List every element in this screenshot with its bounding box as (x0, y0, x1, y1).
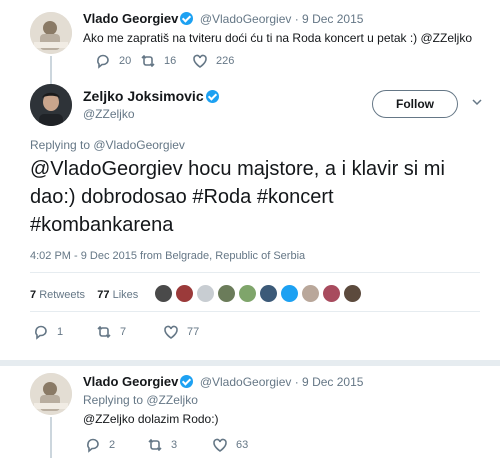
main-replying-to[interactable]: Replying to @VladoGeorgiev (30, 138, 185, 152)
liker-avatar[interactable] (176, 285, 193, 302)
tweet1-header: Vlado Georgiev @VladoGeorgiev · 9 Dec 20… (83, 10, 363, 28)
tweet3-like-button[interactable]: 63 (212, 437, 248, 453)
main-author-handle[interactable]: @ZZeljko (83, 107, 135, 121)
tweet1-reply-count: 20 (119, 55, 132, 67)
retweet-icon (140, 53, 156, 69)
main-like-count: 77 (187, 326, 200, 338)
tweet1-text: Ako me zapratiš na tviteru doći ću ti na… (83, 31, 473, 45)
tweet1-like-count: 226 (216, 55, 235, 67)
main-author: Zeljko Joksimovic (83, 88, 221, 106)
tweet3-replying-to[interactable]: Replying to @ZZeljko (83, 393, 198, 407)
heart-icon (163, 324, 179, 340)
liker-avatar[interactable] (197, 285, 214, 302)
verified-icon (180, 12, 194, 25)
tweet3-text: @ZZeljko dolazim Rodo:) (83, 412, 219, 426)
verified-icon (180, 375, 194, 388)
tweet1-retweet-count: 16 (164, 55, 177, 67)
chevron-down-icon[interactable] (472, 97, 482, 107)
tweet1-handle-time[interactable]: @VladoGeorgiev · 9 Dec 2015 (200, 12, 364, 26)
likes-stat[interactable]: 77 Likes (97, 289, 138, 301)
divider (0, 360, 500, 366)
reply-icon (85, 437, 101, 453)
tweet1-author-name[interactable]: Vlado Georgiev (83, 11, 178, 26)
tweet3-handle-time[interactable]: @VladoGeorgiev · 9 Dec 2015 (200, 375, 364, 389)
main-retweet-count: 7 (120, 326, 127, 338)
liker-avatar[interactable] (281, 285, 298, 302)
main-retweet-button[interactable]: 7 (96, 324, 126, 340)
liker-avatars (155, 285, 361, 302)
liker-avatar[interactable] (239, 285, 256, 302)
main-author-name[interactable]: Zeljko Joksimovic (83, 88, 204, 104)
reply-icon (95, 53, 111, 69)
liker-avatar[interactable] (218, 285, 235, 302)
tweet3-author-name[interactable]: Vlado Georgiev (83, 374, 178, 389)
reply-icon (33, 324, 49, 340)
main-reply-count: 1 (57, 326, 64, 338)
liker-avatar[interactable] (260, 285, 277, 302)
tweet3-header: Vlado Georgiev @VladoGeorgiev · 9 Dec 20… (83, 373, 363, 391)
tweet1-retweet-button[interactable]: 16 (140, 53, 176, 69)
liker-avatar[interactable] (155, 285, 172, 302)
retweets-stat[interactable]: 7 Retweets (30, 289, 85, 301)
retweet-icon (147, 437, 163, 453)
heart-icon (192, 53, 208, 69)
tweet3-retweet-button[interactable]: 3 (147, 437, 177, 453)
divider (30, 272, 480, 273)
tweet3-reply-count: 2 (109, 439, 116, 451)
main-tweet-text: @VladoGeorgiev hocu majstore, a i klavir… (30, 158, 445, 236)
tweet3-like-count: 63 (236, 439, 249, 451)
thread-line (50, 417, 52, 458)
verified-icon (205, 90, 219, 103)
tweet1-like-button[interactable]: 226 (192, 53, 234, 69)
liker-avatar[interactable] (344, 285, 361, 302)
avatar-vlado[interactable] (30, 373, 72, 415)
follow-button[interactable]: Follow (372, 90, 458, 118)
main-tweet-timestamp[interactable]: 4:02 PM - 9 Dec 2015 from Belgrade, Repu… (30, 250, 305, 262)
main-like-button[interactable]: 77 (163, 324, 199, 340)
tweet1-reply-button[interactable]: 20 (95, 53, 131, 69)
tweet3-reply-button[interactable]: 2 (85, 437, 115, 453)
tweet3-retweet-count: 3 (171, 439, 178, 451)
avatar-zeljko[interactable] (30, 84, 72, 126)
retweet-icon (96, 324, 112, 340)
main-reply-button[interactable]: 1 (33, 324, 63, 340)
liker-avatar[interactable] (323, 285, 340, 302)
heart-icon (212, 437, 228, 453)
divider (30, 311, 480, 312)
liker-avatar[interactable] (302, 285, 319, 302)
engagement-stats: 7 Retweets 77 Likes (30, 289, 138, 301)
avatar-vlado[interactable] (30, 12, 72, 54)
thread-line (50, 56, 52, 84)
